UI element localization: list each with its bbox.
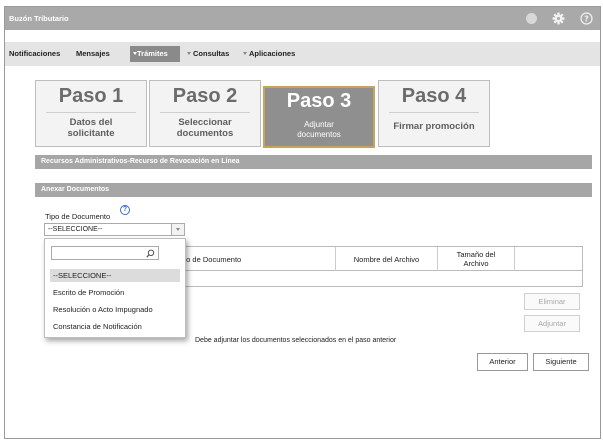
- table-header: po de Documento Nombre del Archivo Tamañ…: [181, 247, 582, 271]
- col-tamano-archivo: Tamaño del Archivo: [438, 247, 515, 271]
- adjuntar-button[interactable]: Adjuntar: [524, 315, 580, 332]
- step-2-line2: documentos: [176, 128, 234, 139]
- chevron-down-icon: [187, 52, 191, 55]
- step-1-line2: solicitante: [67, 128, 115, 139]
- chevron-down-icon[interactable]: [171, 224, 184, 235]
- search-icon: [146, 249, 155, 260]
- chevron-down-icon: [243, 52, 247, 55]
- eliminar-button[interactable]: Eliminar: [524, 293, 580, 310]
- step-4-number: Paso 4: [401, 85, 467, 107]
- nav-mensajes[interactable]: Mensajes: [76, 49, 110, 58]
- step-4: Paso 4 Firmar promoción: [378, 80, 490, 147]
- tipo-documento-label: Tipo de Documento: [45, 212, 111, 221]
- dropdown-search-input[interactable]: [51, 246, 159, 260]
- title-bar: Buzón Tributario ?: [5, 7, 600, 30]
- main-nav: Notificaciones Mensajes Trámites Consult…: [5, 42, 600, 66]
- nav-notificaciones[interactable]: Notificaciones: [9, 49, 60, 58]
- dropdown-option[interactable]: Constancia de Notificación: [50, 320, 180, 333]
- nav-aplicaciones[interactable]: Aplicaciones: [243, 49, 295, 58]
- step-2-line1: Seleccionar: [178, 117, 232, 128]
- dropdown-option[interactable]: Escrito de Promoción: [50, 286, 180, 299]
- section-header: Recursos Administrativos-Recurso de Revo…: [35, 155, 592, 169]
- svg-text:?: ?: [584, 14, 589, 23]
- col-nombre-archivo: Nombre del Archivo: [336, 247, 438, 271]
- step-4-line1: Firmar promoción: [393, 121, 475, 132]
- step-3-number: Paso 3: [286, 90, 352, 112]
- subsection-header: Anexar Documentos: [35, 183, 592, 197]
- help-icon[interactable]: ?: [120, 205, 130, 215]
- nav-consultas[interactable]: Consultas: [187, 49, 229, 58]
- anterior-button[interactable]: Anterior: [477, 353, 528, 371]
- step-2-number: Paso 2: [172, 85, 238, 107]
- step-3-line2: documentos: [297, 130, 341, 139]
- siguiente-button[interactable]: Siguiente: [533, 353, 589, 371]
- step-3-active: Paso 3 Adjuntar documentos: [263, 86, 375, 148]
- step-1-line1: Datos del: [69, 117, 113, 128]
- tipo-documento-select[interactable]: --SELECCIONE--: [44, 223, 185, 236]
- help-icon[interactable]: ?: [580, 12, 593, 25]
- dropdown-option[interactable]: Resolución o Acto Impugnado: [50, 303, 180, 316]
- step-1-number: Paso 1: [58, 85, 124, 107]
- gear-icon[interactable]: [552, 12, 565, 25]
- window-title: Buzón Tributario: [9, 14, 69, 23]
- col-acciones: [515, 247, 582, 271]
- step-2: Paso 2 Seleccionar documentos: [149, 80, 261, 147]
- documents-table: po de Documento Nombre del Archivo Tamañ…: [180, 246, 583, 287]
- dropdown-option[interactable]: --SELECCIONE--: [50, 269, 180, 282]
- circle-icon[interactable]: [525, 12, 538, 25]
- nav-tramites[interactable]: Trámites: [130, 46, 180, 62]
- info-note: Debe adjuntar los documentos seleccionad…: [195, 337, 397, 344]
- col-tipo-documento: po de Documento: [181, 247, 336, 271]
- step-1: Paso 1 Datos del solicitante: [35, 80, 147, 147]
- step-3-line1: Adjuntar: [304, 120, 334, 129]
- tipo-documento-dropdown: --SELECCIONE-- Escrito de Promoción Reso…: [44, 238, 186, 338]
